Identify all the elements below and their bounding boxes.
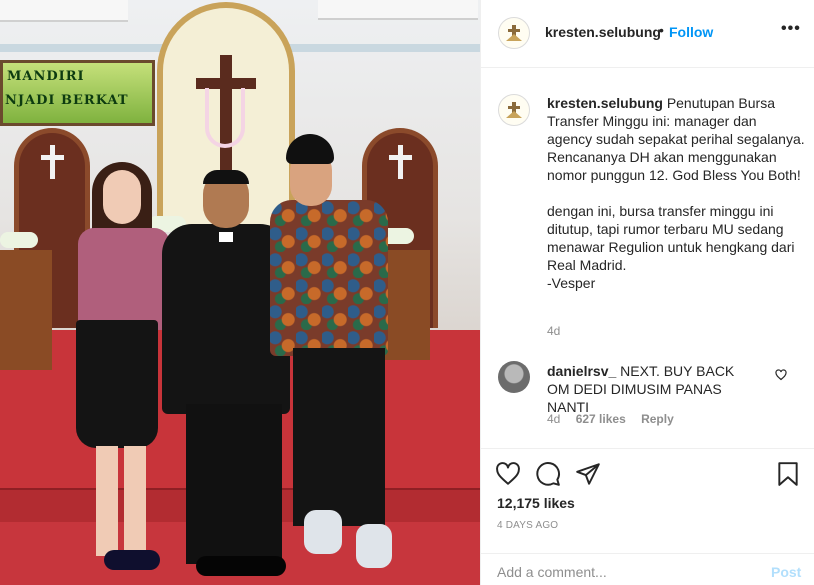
instagram-post: MANDIRI NJADI BERKAT kresten.selubung • … [0, 0, 814, 585]
post-actions: 12,175 likes 4 DAYS AGO Add a comment...… [481, 448, 814, 585]
man-trousers [293, 348, 385, 526]
reply-button[interactable]: Reply [641, 412, 674, 426]
clerical-collar [219, 232, 233, 242]
comment-item: danielrsv_ NEXT. BUY BACK OM DEDI DIMUSI… [547, 362, 757, 416]
lectern [0, 250, 52, 370]
bookmark-icon[interactable] [775, 461, 801, 487]
woman-leg [124, 446, 146, 556]
banner-text-line1: MANDIRI [7, 69, 85, 84]
more-options-icon[interactable]: ••• [781, 20, 801, 38]
caption-text: Penutupan Bursa Transfer Minggu ini: man… [547, 95, 805, 291]
comment-like-icon[interactable] [775, 369, 787, 384]
church-logo-icon [506, 102, 522, 118]
follow-button[interactable]: Follow [669, 24, 713, 40]
priest-trousers [186, 404, 282, 564]
priest-shoes [196, 556, 286, 576]
comment-meta: 4d 627 likes Reply [547, 412, 686, 426]
caption-username[interactable]: kresten.selubung [547, 95, 663, 111]
ceiling-light [0, 0, 128, 22]
woman-shoes [104, 550, 160, 570]
woman-skirt [76, 320, 158, 448]
share-icon[interactable] [575, 461, 601, 487]
flower-arrangement [0, 232, 38, 248]
priest-hair [203, 170, 249, 184]
header-username[interactable]: kresten.selubung [545, 24, 661, 40]
woman-floral-top [78, 228, 170, 330]
banner-text-line2: NJADI BERKAT [5, 93, 129, 108]
man-sneaker [356, 524, 392, 568]
profile-avatar[interactable] [498, 17, 530, 49]
post-photo[interactable]: MANDIRI NJADI BERKAT [0, 0, 480, 585]
caption-avatar[interactable] [498, 94, 530, 126]
church-logo-icon [506, 25, 522, 41]
header-separator: • [659, 22, 664, 38]
air-conditioner [318, 0, 478, 20]
like-icon[interactable] [495, 461, 521, 487]
comment-username[interactable]: danielrsv_ [547, 363, 616, 379]
comment-input[interactable]: Add a comment... [497, 564, 607, 580]
post-side-panel: kresten.selubung • Follow ••• kresten.se… [480, 0, 814, 585]
man-batik-shirt [270, 200, 388, 356]
comment-icon[interactable] [535, 461, 561, 487]
comment-likes[interactable]: 627 likes [576, 412, 626, 426]
woman-face [103, 170, 141, 224]
post-caption: kresten.selubung Penutupan Bursa Transfe… [547, 94, 805, 292]
post-timestamp[interactable]: 4 DAYS AGO [497, 520, 558, 531]
commenter-avatar[interactable] [498, 361, 530, 393]
woman-leg [96, 446, 118, 556]
likes-count[interactable]: 12,175 likes [497, 495, 575, 511]
man-sneaker [304, 510, 342, 554]
comment-time[interactable]: 4d [547, 412, 560, 426]
add-comment-bar: Add a comment... Post [481, 553, 814, 585]
wall-banner: MANDIRI NJADI BERKAT [0, 60, 155, 126]
cross-drape [205, 88, 245, 148]
post-comment-button[interactable]: Post [771, 564, 801, 580]
caption-timestamp[interactable]: 4d [547, 324, 560, 338]
post-header: kresten.selubung • Follow ••• [481, 0, 814, 68]
